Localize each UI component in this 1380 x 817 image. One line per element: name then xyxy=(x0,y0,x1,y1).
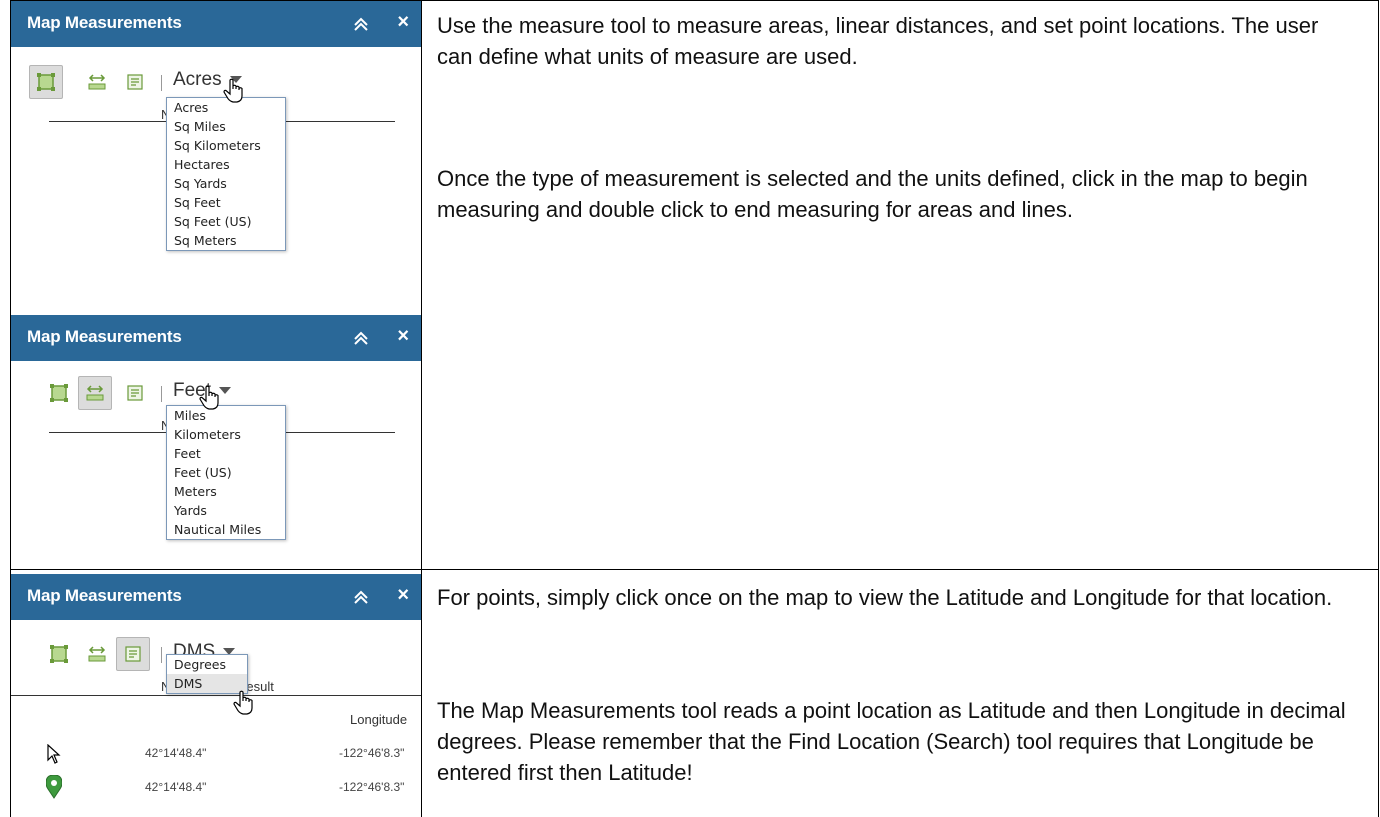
unit-option[interactable]: Sq Meters xyxy=(167,231,285,250)
location-tool-button[interactable] xyxy=(116,637,150,671)
area-tool-button[interactable] xyxy=(45,640,73,668)
area-tool-icon xyxy=(37,73,55,91)
area-tool-button[interactable] xyxy=(29,65,63,99)
panel-title: Map Measurements xyxy=(27,13,182,32)
distance-tool-button[interactable] xyxy=(78,376,112,410)
latitude-value: 42°14'48.4" xyxy=(145,780,207,794)
unit-option[interactable]: Sq Yards xyxy=(167,174,285,193)
unit-option[interactable]: Hectares xyxy=(167,155,285,174)
distance-tool-button[interactable] xyxy=(83,68,111,96)
distance-tool-icon xyxy=(88,74,106,90)
close-icon[interactable]: × xyxy=(397,12,409,32)
area-tool-icon xyxy=(50,645,68,663)
panel-title: Map Measurements xyxy=(27,586,182,605)
distance-tool-icon xyxy=(88,646,106,662)
panel-header: Map Measurements × xyxy=(11,315,421,361)
unit-select-value: Acres xyxy=(173,69,222,90)
unit-option[interactable]: Kilometers xyxy=(167,425,285,444)
unit-dropdown-menu: Degrees DMS xyxy=(166,654,248,694)
unit-option[interactable]: Feet (US) xyxy=(167,463,285,482)
hand-cursor-icon xyxy=(199,385,219,410)
close-icon[interactable]: × xyxy=(397,326,409,346)
toolbar-separator xyxy=(161,75,162,91)
description-points: For points, simply click once on the map… xyxy=(437,585,1333,610)
longitude-value: -122°46'8.3" xyxy=(339,746,405,760)
collapse-icon[interactable] xyxy=(353,16,369,32)
location-tool-button[interactable] xyxy=(121,68,149,96)
unit-dropdown-menu: Miles Kilometers Feet Feet (US) Meters Y… xyxy=(166,405,286,540)
hand-cursor-icon xyxy=(223,78,243,103)
unit-option[interactable]: Degrees xyxy=(167,655,247,674)
distance-tool-button[interactable] xyxy=(83,640,111,668)
latitude-value: 42°14'48.4" xyxy=(145,746,207,760)
description-measuring: Once the type of measurement is selected… xyxy=(437,166,1308,222)
description-coordinates: The Map Measurements tool reads a point … xyxy=(437,698,1346,785)
location-tool-icon xyxy=(125,646,141,662)
panel-title: Map Measurements xyxy=(27,327,182,346)
longitude-column-header: Longitude xyxy=(350,712,408,727)
area-tool-button[interactable] xyxy=(45,379,73,407)
unit-option[interactable]: Sq Feet xyxy=(167,193,285,212)
area-tool-icon xyxy=(50,384,68,402)
distance-tool-icon xyxy=(86,385,104,401)
unit-option[interactable]: Miles xyxy=(167,406,285,425)
panel-header: Map Measurements × xyxy=(11,1,421,47)
unit-option[interactable]: Nautical Miles xyxy=(167,520,285,539)
unit-option[interactable]: Sq Kilometers xyxy=(167,136,285,155)
unit-option[interactable]: Meters xyxy=(167,482,285,501)
unit-option[interactable]: Sq Miles xyxy=(167,117,285,136)
table-border-right xyxy=(1378,0,1379,817)
table-row-divider xyxy=(10,569,1379,570)
panel-rule xyxy=(11,695,421,696)
location-tool-button[interactable] xyxy=(121,379,149,407)
unit-option[interactable]: Feet xyxy=(167,444,285,463)
collapse-icon[interactable] xyxy=(353,330,369,346)
description-intro: Use the measure tool to measure areas, l… xyxy=(437,13,1319,69)
unit-option[interactable]: Sq Feet (US) xyxy=(167,212,285,231)
longitude-value: -122°46'8.3" xyxy=(339,780,405,794)
table-divider xyxy=(421,0,422,817)
measurement-panel-area: Map Measurements × Acres N Acres Sq Mile… xyxy=(11,1,421,303)
pointer-arrow-icon xyxy=(47,744,61,764)
hand-cursor-icon xyxy=(233,690,253,715)
measurement-panel-distance: Map Measurements × Feet N Miles Kilomete… xyxy=(11,315,421,569)
unit-option[interactable]: Yards xyxy=(167,501,285,520)
panel-header: Map Measurements × xyxy=(11,574,421,620)
close-icon[interactable]: × xyxy=(397,585,409,605)
map-pin-icon xyxy=(46,775,62,799)
toolbar-separator xyxy=(161,386,162,402)
collapse-icon[interactable] xyxy=(353,589,369,605)
location-tool-icon xyxy=(127,385,143,401)
measurement-panel-location: Map Measurements × DMS N Result Longitud… xyxy=(11,574,421,817)
location-tool-icon xyxy=(127,74,143,90)
unit-dropdown-menu: Acres Sq Miles Sq Kilometers Hectares Sq… xyxy=(166,97,286,251)
toolbar-separator xyxy=(161,647,162,663)
